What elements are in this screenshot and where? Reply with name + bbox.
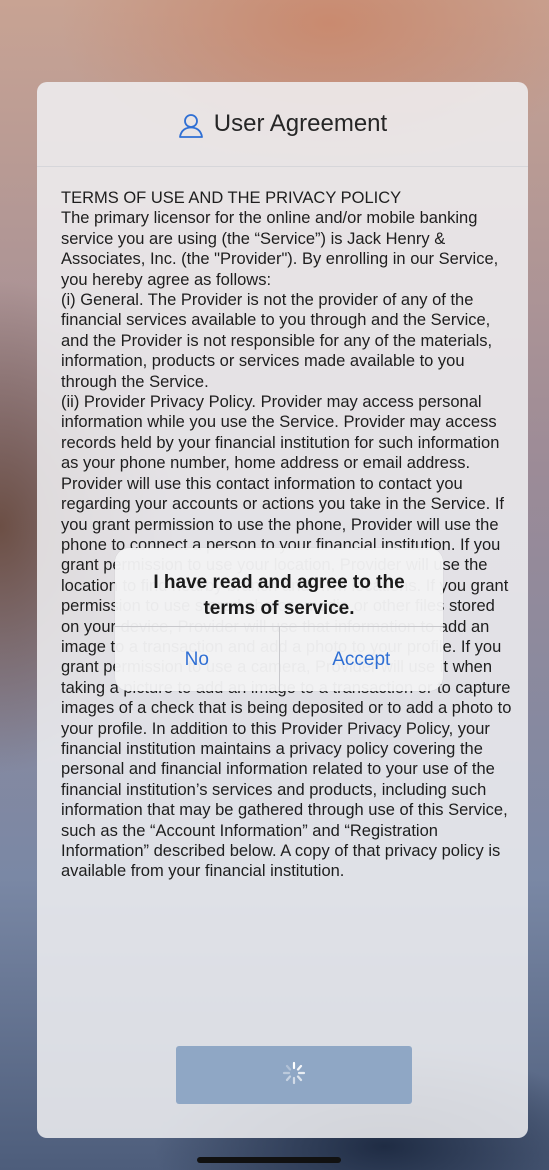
no-button[interactable]: No — [115, 627, 279, 691]
loading-spinner-icon — [281, 1060, 307, 1091]
agree-submit-button[interactable] — [176, 1046, 412, 1104]
user-icon — [178, 113, 204, 139]
accept-button[interactable]: Accept — [278, 627, 444, 691]
alert-message: I have read and agree to the terms of se… — [153, 572, 405, 619]
alert-actions: No Accept — [115, 626, 443, 691]
card-header: User Agreement — [37, 82, 528, 167]
terms-text: TERMS OF USE AND THE PRIVACY POLICY The … — [61, 189, 512, 881]
home-indicator[interactable] — [197, 1157, 341, 1163]
page-title: User Agreement — [213, 110, 388, 137]
agreement-alert-dialog: I have read and agree to the terms of se… — [115, 548, 443, 691]
